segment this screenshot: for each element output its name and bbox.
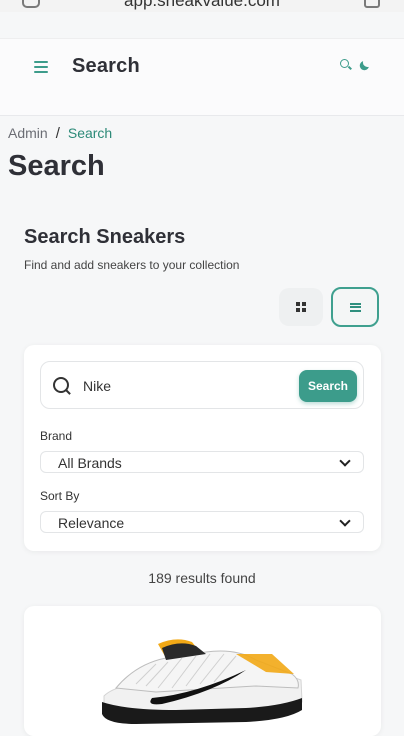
- hamburger-icon[interactable]: [34, 61, 48, 73]
- search-box: Search: [40, 361, 364, 409]
- search-icon[interactable]: [340, 59, 351, 70]
- section-subtitle: Find and add sneakers to your collection: [24, 258, 240, 272]
- grid-view-button[interactable]: [279, 288, 323, 326]
- breadcrumb: Admin / Search: [8, 125, 112, 142]
- share-icon[interactable]: [364, 0, 380, 8]
- brand-select[interactable]: All Brands: [40, 451, 364, 473]
- sort-label: Sort By: [40, 489, 80, 503]
- page-title: Search: [8, 150, 105, 182]
- section-title: Search Sneakers: [24, 226, 186, 248]
- list-icon: [349, 302, 361, 312]
- list-view-button[interactable]: [331, 287, 379, 327]
- brand-label: Brand: [40, 429, 73, 443]
- app-header: Search: [0, 38, 404, 116]
- results-count: 189 results found: [148, 570, 256, 586]
- search-button[interactable]: Search: [299, 370, 357, 402]
- product-card[interactable]: [24, 606, 381, 736]
- sort-select-value: Relevance: [58, 515, 125, 531]
- header-title: Search: [72, 55, 140, 77]
- breadcrumb-current: Search: [67, 125, 113, 141]
- search-input[interactable]: [83, 375, 283, 397]
- breadcrumb-admin[interactable]: Admin: [8, 125, 48, 141]
- chevron-down-icon: [339, 455, 351, 467]
- search-icon: [53, 377, 71, 395]
- sneaker-image: [96, 614, 306, 724]
- brand-select-value: All Brands: [58, 455, 122, 471]
- moon-icon[interactable]: [358, 59, 371, 72]
- browser-url[interactable]: app.sneakvalue.com: [0, 0, 404, 11]
- sort-select[interactable]: Relevance: [40, 511, 364, 533]
- breadcrumb-separator: /: [55, 125, 60, 142]
- filter-card: Search Brand All Brands Sort By Relevanc…: [24, 345, 381, 551]
- grid-icon: [296, 302, 306, 312]
- chevron-down-icon: [339, 515, 351, 527]
- browser-url-bar[interactable]: app.sneakvalue.com: [0, 0, 404, 12]
